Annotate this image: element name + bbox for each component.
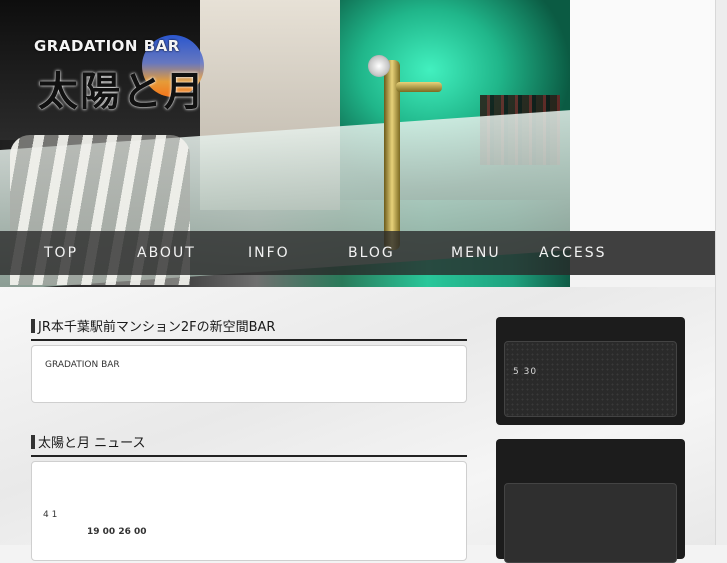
header-right-blank [570,0,715,231]
site-logo[interactable]: GRADATION BAR 太陽と月 [30,35,240,115]
news-card-line1: 4 1 [43,510,58,520]
intro-card-text: GRADATION BAR [45,360,120,370]
page-scrollbar[interactable] [715,0,727,545]
sidebar-box-2 [496,439,685,563]
news-heading: 太陽と月 ニュース [31,432,467,457]
section-heading: JR本千葉駅前マンション2Fの新空間BAR [31,316,467,341]
beer-tap-arm [396,82,442,92]
nav-item-info[interactable]: INFO [248,231,290,275]
sidebar-box-2-inner [504,483,677,563]
news-card-hours: 19 00 26 00 [87,527,147,537]
nav-item-about[interactable]: ABOUT [137,231,196,275]
beer-tap-head [368,55,390,77]
section-title-text: JR本千葉駅前マンション2Fの新空間BAR [38,320,276,335]
nav-item-top[interactable]: TOP [44,231,78,275]
main-nav: TOP ABOUT INFO BLOG MENU ACCESS [0,231,715,275]
sidebar-box-text: 5 30 [513,367,538,377]
logo-name: 太陽と月 [38,68,206,115]
heading-marker-icon [31,319,35,333]
sidebar-box-inner: 5 30 [504,341,677,417]
heading-marker-icon [31,435,35,449]
news-card: 4 1 19 00 26 00 [31,461,467,561]
nav-item-menu[interactable]: MENU [451,231,501,275]
sidebar-box: 5 30 [496,317,685,425]
intro-card: GRADATION BAR [31,345,467,403]
news-title-text: 太陽と月 ニュース [38,436,146,451]
nav-item-blog[interactable]: BLOG [348,231,395,275]
nav-item-access[interactable]: ACCESS [539,231,607,275]
logo-subtitle: GRADATION BAR [34,37,180,55]
